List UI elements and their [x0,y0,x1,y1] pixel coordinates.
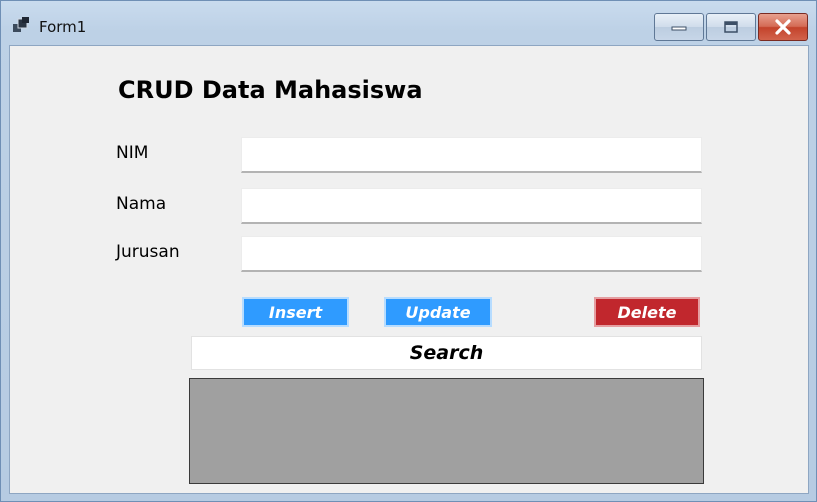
form-client-area: CRUD Data Mahasiswa NIM Nama Jurusan Ins… [9,45,809,494]
nim-label: NIM [116,143,149,163]
form-heading: CRUD Data Mahasiswa [118,76,423,104]
nama-label: Nama [116,194,167,214]
app-icon[interactable] [13,17,31,33]
insert-button[interactable]: Insert [242,297,349,327]
nim-input[interactable] [241,137,702,173]
nama-input[interactable] [241,188,702,224]
jurusan-label: Jurusan [116,242,180,262]
maximize-button[interactable] [706,13,756,41]
search-button[interactable]: Search [191,336,702,370]
minimize-icon [671,26,687,31]
title-bar[interactable]: Form1 [1,1,816,45]
application-window: Form1 CRUD Data Mahasiswa NIM Nama Jurus… [0,0,817,502]
jurusan-input[interactable] [241,236,702,272]
maximize-icon [724,21,738,33]
data-grid-view[interactable] [189,378,704,484]
delete-button[interactable]: Delete [594,297,700,327]
close-icon [775,19,791,35]
close-button[interactable] [758,13,808,41]
update-button[interactable]: Update [384,297,492,327]
minimize-button[interactable] [654,13,704,41]
window-title: Form1 [39,18,87,36]
